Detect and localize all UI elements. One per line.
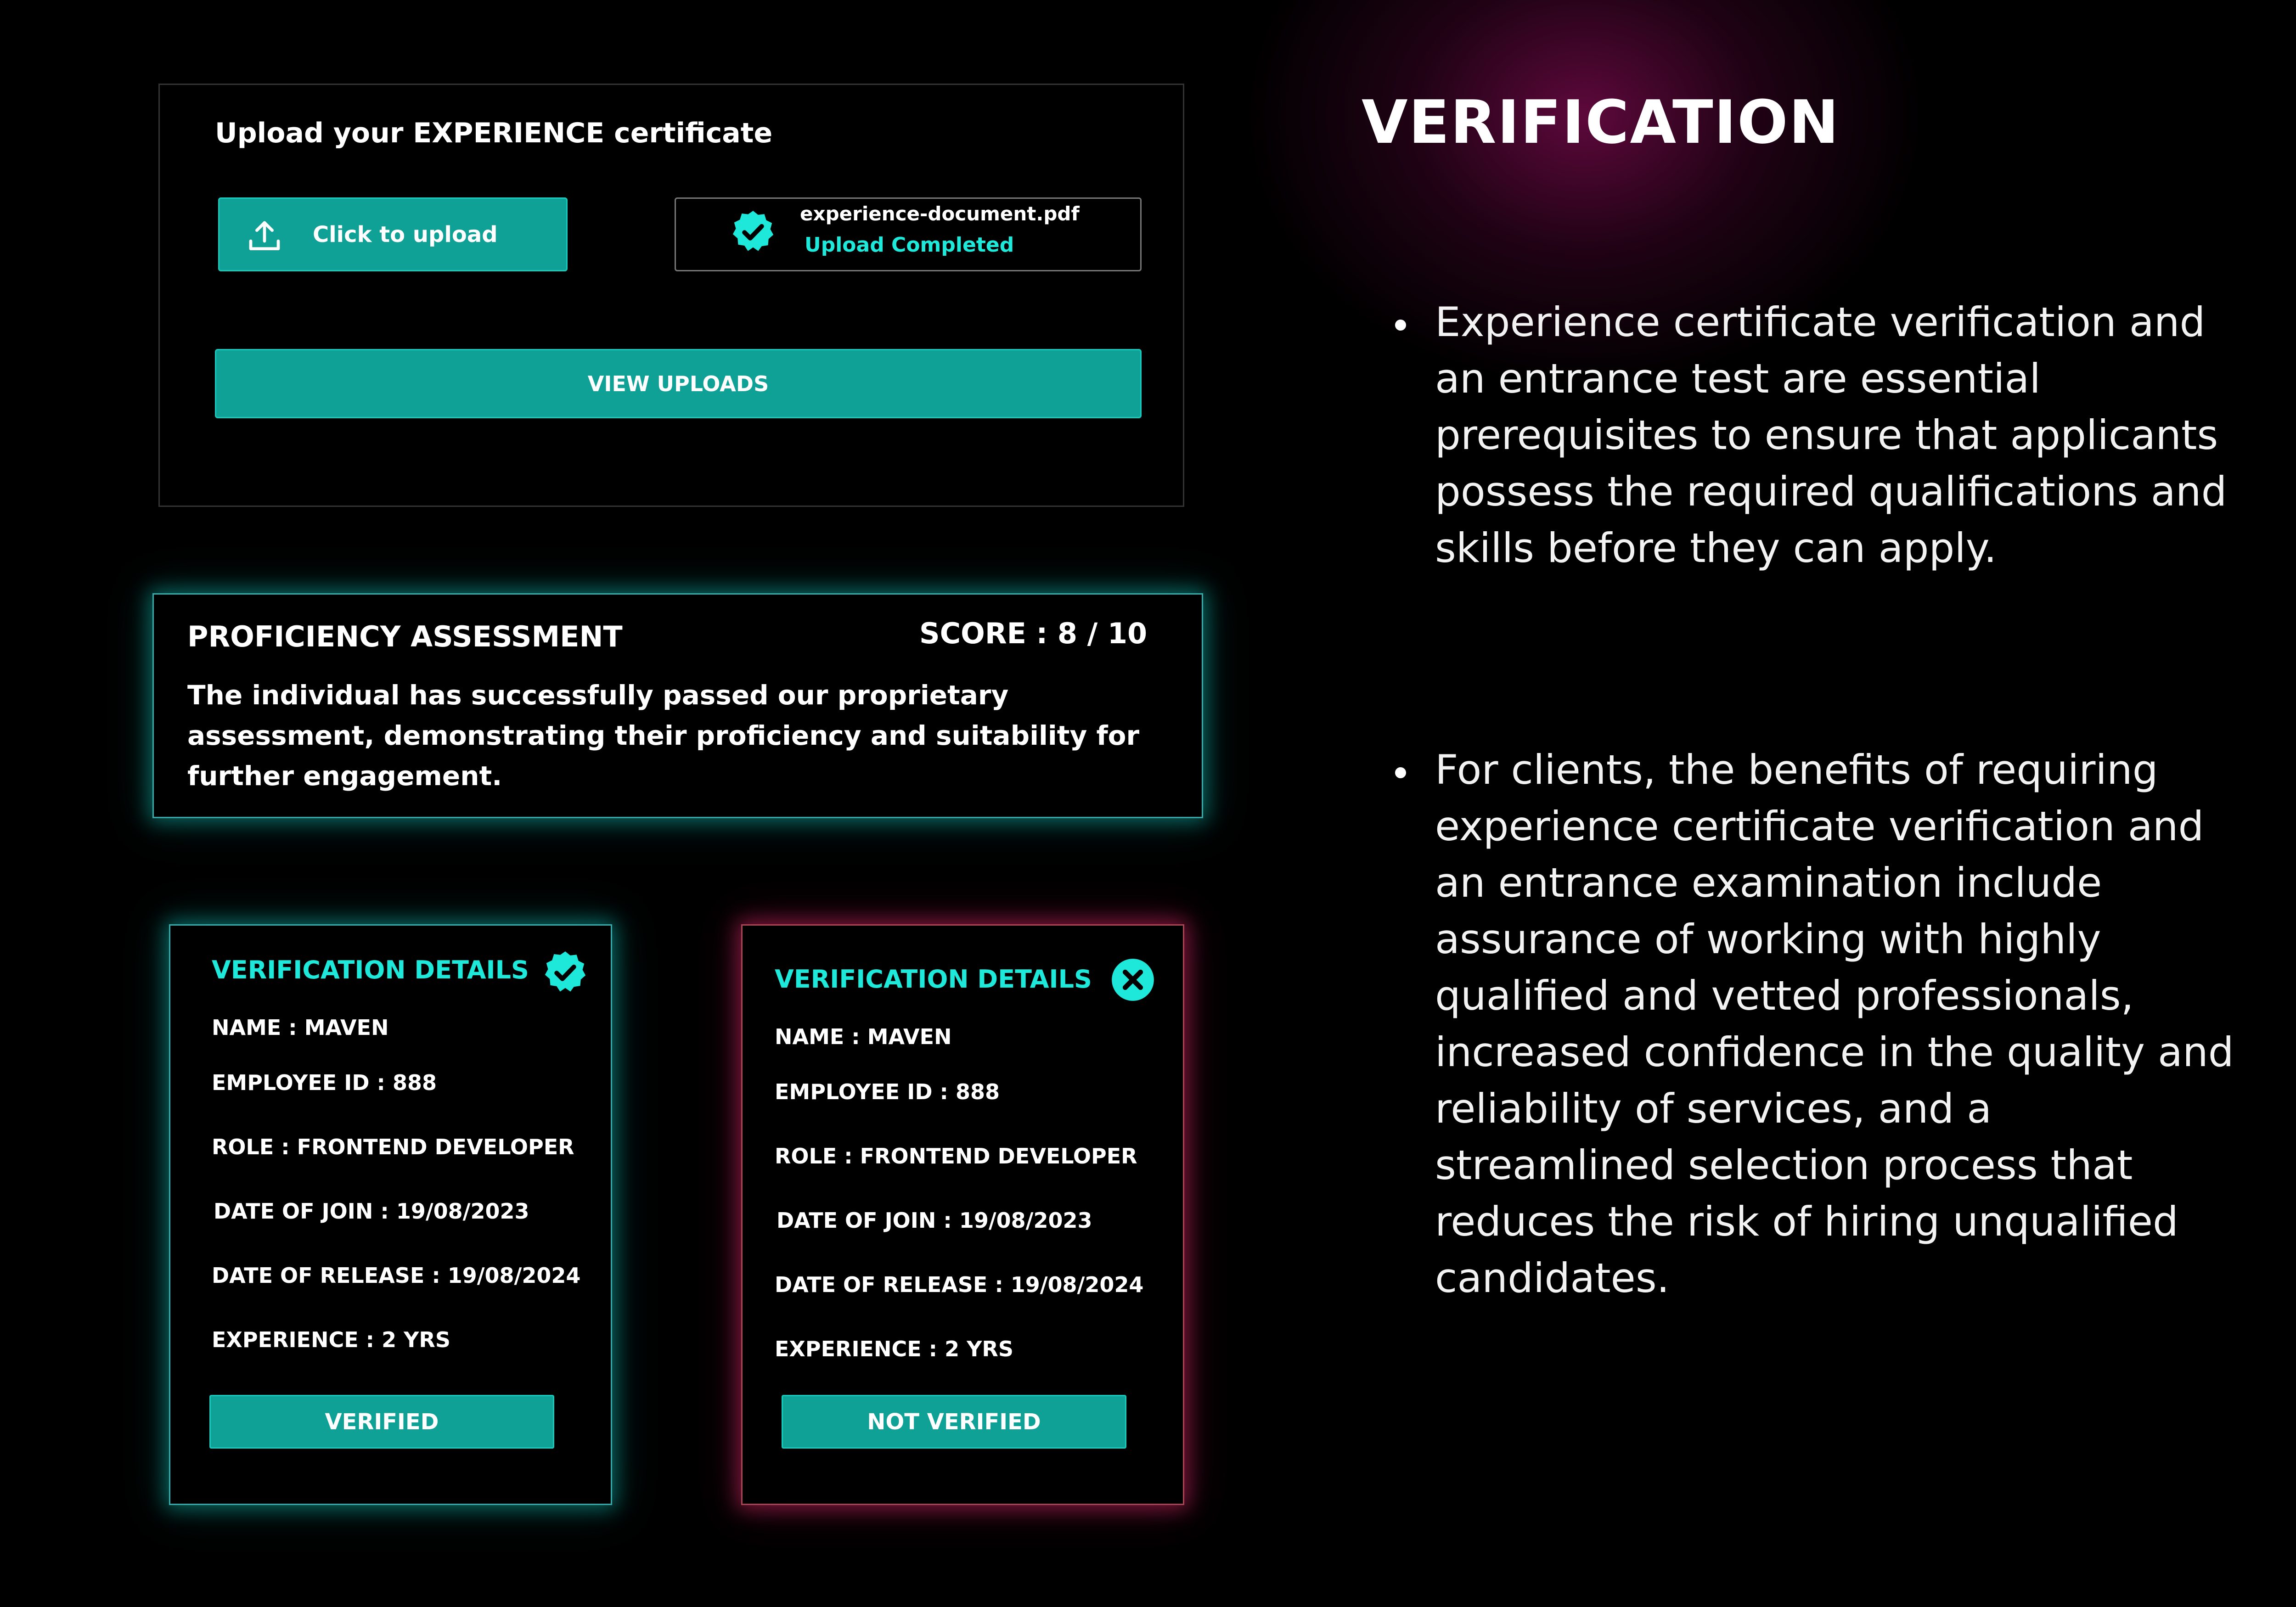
field-date-of-join: DATE OF JOIN : 19/08/2023 <box>214 1199 529 1224</box>
bullet-item: Experience certificate verification and … <box>1362 294 2234 576</box>
file-name: experience-document.pdf <box>800 202 1080 225</box>
page-title: VERIFICATION <box>1362 87 1840 157</box>
field-role: ROLE : FRONTEND DEVELOPER <box>775 1144 1137 1169</box>
proficiency-panel: PROFICIENCY ASSESSMENT SCORE : 8 / 10 Th… <box>152 593 1203 818</box>
uploaded-file-card: experience-document.pdf Upload Completed <box>675 197 1142 271</box>
info-bullets: Experience certificate verification and … <box>1362 294 2234 1306</box>
upload-title: Upload your EXPERIENCE certificate <box>215 117 773 149</box>
proficiency-description: The individual has successfully passed o… <box>187 680 1140 792</box>
upload-status: Upload Completed <box>805 233 1014 257</box>
field-name: NAME : MAVEN <box>775 1024 952 1049</box>
verification-card-not-verified: VERIFICATION DETAILS NAME : MAVEN EMPLOY… <box>741 924 1184 1505</box>
field-employee-id: EMPLOYEE ID : 888 <box>212 1070 437 1095</box>
verification-card-verified: VERIFICATION DETAILS NAME : MAVEN EMPLOY… <box>169 924 612 1505</box>
verification-card-title: VERIFICATION DETAILS <box>212 955 529 984</box>
field-name: NAME : MAVEN <box>212 1015 389 1040</box>
bullet-item: For clients, the benefits of requiring e… <box>1362 742 2234 1306</box>
proficiency-title: PROFICIENCY ASSESSMENT <box>187 620 623 653</box>
not-verified-button[interactable]: NOT VERIFIED <box>782 1395 1126 1449</box>
field-date-of-join: DATE OF JOIN : 19/08/2023 <box>777 1208 1092 1233</box>
proficiency-score: SCORE : 8 / 10 <box>919 617 1148 650</box>
field-date-of-release: DATE OF RELEASE : 19/08/2024 <box>212 1263 581 1288</box>
upload-panel: Upload your EXPERIENCE certificate Click… <box>158 84 1184 507</box>
verified-button[interactable]: VERIFIED <box>209 1395 554 1449</box>
upload-icon <box>249 221 280 250</box>
field-employee-id: EMPLOYEE ID : 888 <box>775 1079 1000 1104</box>
verified-badge-icon <box>545 951 586 992</box>
verification-card-title: VERIFICATION DETAILS <box>775 965 1092 994</box>
click-to-upload-label: Click to upload <box>313 222 498 247</box>
field-role: ROLE : FRONTEND DEVELOPER <box>212 1135 574 1159</box>
field-experience: EXPERIENCE : 2 YRS <box>775 1337 1013 1361</box>
click-to-upload-button[interactable]: Click to upload <box>218 197 568 271</box>
close-circle-icon <box>1112 959 1154 1001</box>
field-date-of-release: DATE OF RELEASE : 19/08/2024 <box>775 1272 1144 1297</box>
view-uploads-button[interactable]: VIEW UPLOADS <box>215 349 1142 418</box>
field-experience: EXPERIENCE : 2 YRS <box>212 1327 450 1352</box>
verified-badge-icon <box>732 211 774 251</box>
